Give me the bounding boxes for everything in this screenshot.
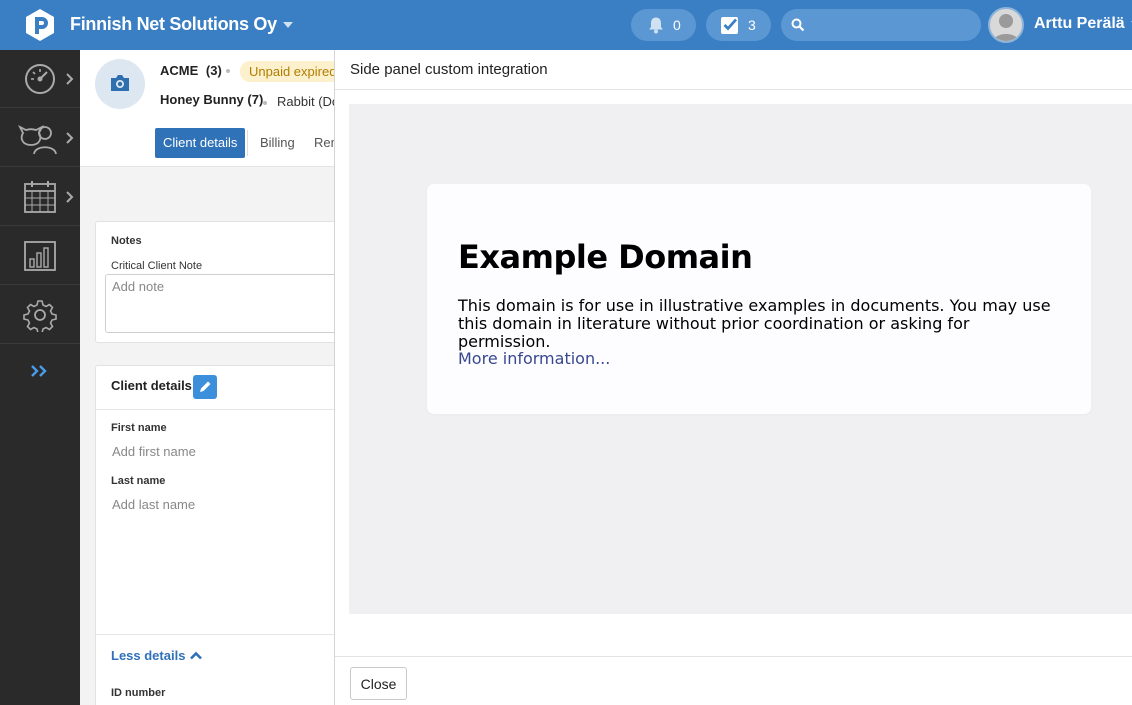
client-details-card: Client details First name Add first name… (95, 365, 334, 705)
top-bar: Finnish Net Solutions Oy 0 3 Arttu Peräl… (0, 0, 1132, 50)
embedded-body-text: This domain is for use in illustrative e… (458, 296, 1051, 351)
sidebar-item-clients[interactable] (0, 109, 80, 167)
divider (96, 634, 334, 635)
owner-count: (3) (205, 63, 222, 78)
user-menu[interactable]: Arttu Perälä (988, 7, 1132, 43)
search-icon (791, 18, 805, 32)
tasks-count: 3 (748, 17, 756, 33)
reports-chart-icon (24, 241, 56, 271)
checkbox-tasks-icon (721, 17, 738, 34)
less-details-toggle[interactable]: Less details (111, 648, 203, 663)
close-button[interactable]: Close (350, 667, 407, 700)
more-information-link[interactable]: More information... (458, 349, 610, 368)
divider (96, 409, 334, 410)
last-name-label: Last name (111, 475, 166, 487)
last-name-field[interactable]: Add last name (112, 497, 195, 512)
first-name-field[interactable]: Add first name (112, 444, 196, 459)
calendar-icon (24, 181, 56, 213)
sidebar-item-calendar[interactable] (0, 168, 80, 226)
sidebar (0, 50, 80, 705)
separator-dot (226, 69, 230, 73)
panel-title: Side panel custom integration (350, 61, 548, 78)
integration-iframe[interactable]: Example Domain This domain is for use in… (349, 104, 1132, 614)
notifications-count: 0 (673, 17, 681, 33)
less-details-label: Less details (111, 648, 186, 663)
dashboard-gauge-icon (25, 64, 55, 94)
chevron-right-icon (66, 132, 74, 144)
tab-divider (247, 130, 248, 156)
notes-heading: Notes (111, 235, 142, 247)
embedded-content-card: Example Domain This domain is for use in… (427, 184, 1091, 414)
client-details-heading: Client details (111, 378, 192, 393)
pet-species: Rabbit (Do (277, 94, 334, 109)
chevron-up-icon (190, 651, 203, 660)
divider (335, 656, 1132, 657)
pet-name[interactable]: Honey Bunny (7) (160, 92, 263, 107)
note-placeholder: Add note (112, 279, 165, 294)
app-logo-icon[interactable] (24, 9, 56, 41)
embedded-heading: Example Domain (458, 238, 753, 276)
clients-pets-icon (17, 124, 57, 155)
bell-icon (649, 17, 663, 34)
settings-gear-icon (23, 300, 57, 332)
chevron-right-icon (66, 73, 74, 85)
id-number-label: ID number (111, 687, 166, 699)
pencil-icon (200, 381, 211, 392)
sidebar-item-settings[interactable] (0, 286, 80, 344)
tab-client-details[interactable]: Client details (155, 128, 246, 158)
client-header: ACME (3) Unpaid expired Honey Bunny (7) … (80, 50, 334, 167)
organization-name: Finnish Net Solutions Oy (70, 14, 277, 34)
organization-selector[interactable]: Finnish Net Solutions Oy (70, 14, 293, 35)
first-name-label: First name (111, 422, 167, 434)
tab-reminders[interactable]: Rem (314, 128, 334, 158)
user-silhouette-icon (992, 14, 1020, 41)
tab-billing[interactable]: Billing (260, 128, 295, 158)
camera-icon (111, 75, 129, 91)
side-panel: Side panel custom integration Example Do… (334, 50, 1132, 705)
sidebar-item-reports[interactable] (0, 227, 80, 285)
tasks-button[interactable]: 3 (706, 9, 771, 41)
divider (335, 89, 1132, 90)
client-view: ACME (3) Unpaid expired Honey Bunny (7) … (80, 50, 334, 705)
sidebar-expand-button[interactable] (0, 344, 80, 400)
edit-client-button[interactable] (193, 375, 217, 399)
critical-note-field[interactable]: Add note (105, 274, 334, 333)
chevron-right-icon (66, 191, 74, 203)
status-badge: Unpaid expired (240, 61, 334, 82)
avatar (988, 7, 1024, 43)
chevron-down-icon (282, 21, 293, 28)
photo-upload-button[interactable] (95, 59, 145, 109)
search-input[interactable] (781, 9, 981, 41)
client-body: Notes Critical Client Note Add note Clie… (80, 167, 334, 705)
notes-card: Notes Critical Client Note Add note (95, 221, 334, 343)
sidebar-item-dashboard[interactable] (0, 50, 80, 108)
owner-name-text: ACME (160, 63, 199, 78)
double-chevron-right-icon (31, 365, 47, 377)
notifications-button[interactable]: 0 (631, 9, 696, 41)
critical-note-label: Critical Client Note (111, 260, 203, 272)
owner-name[interactable]: ACME (3) (160, 63, 222, 78)
separator-dot (263, 101, 267, 105)
user-name: Arttu Perälä (1034, 15, 1125, 32)
